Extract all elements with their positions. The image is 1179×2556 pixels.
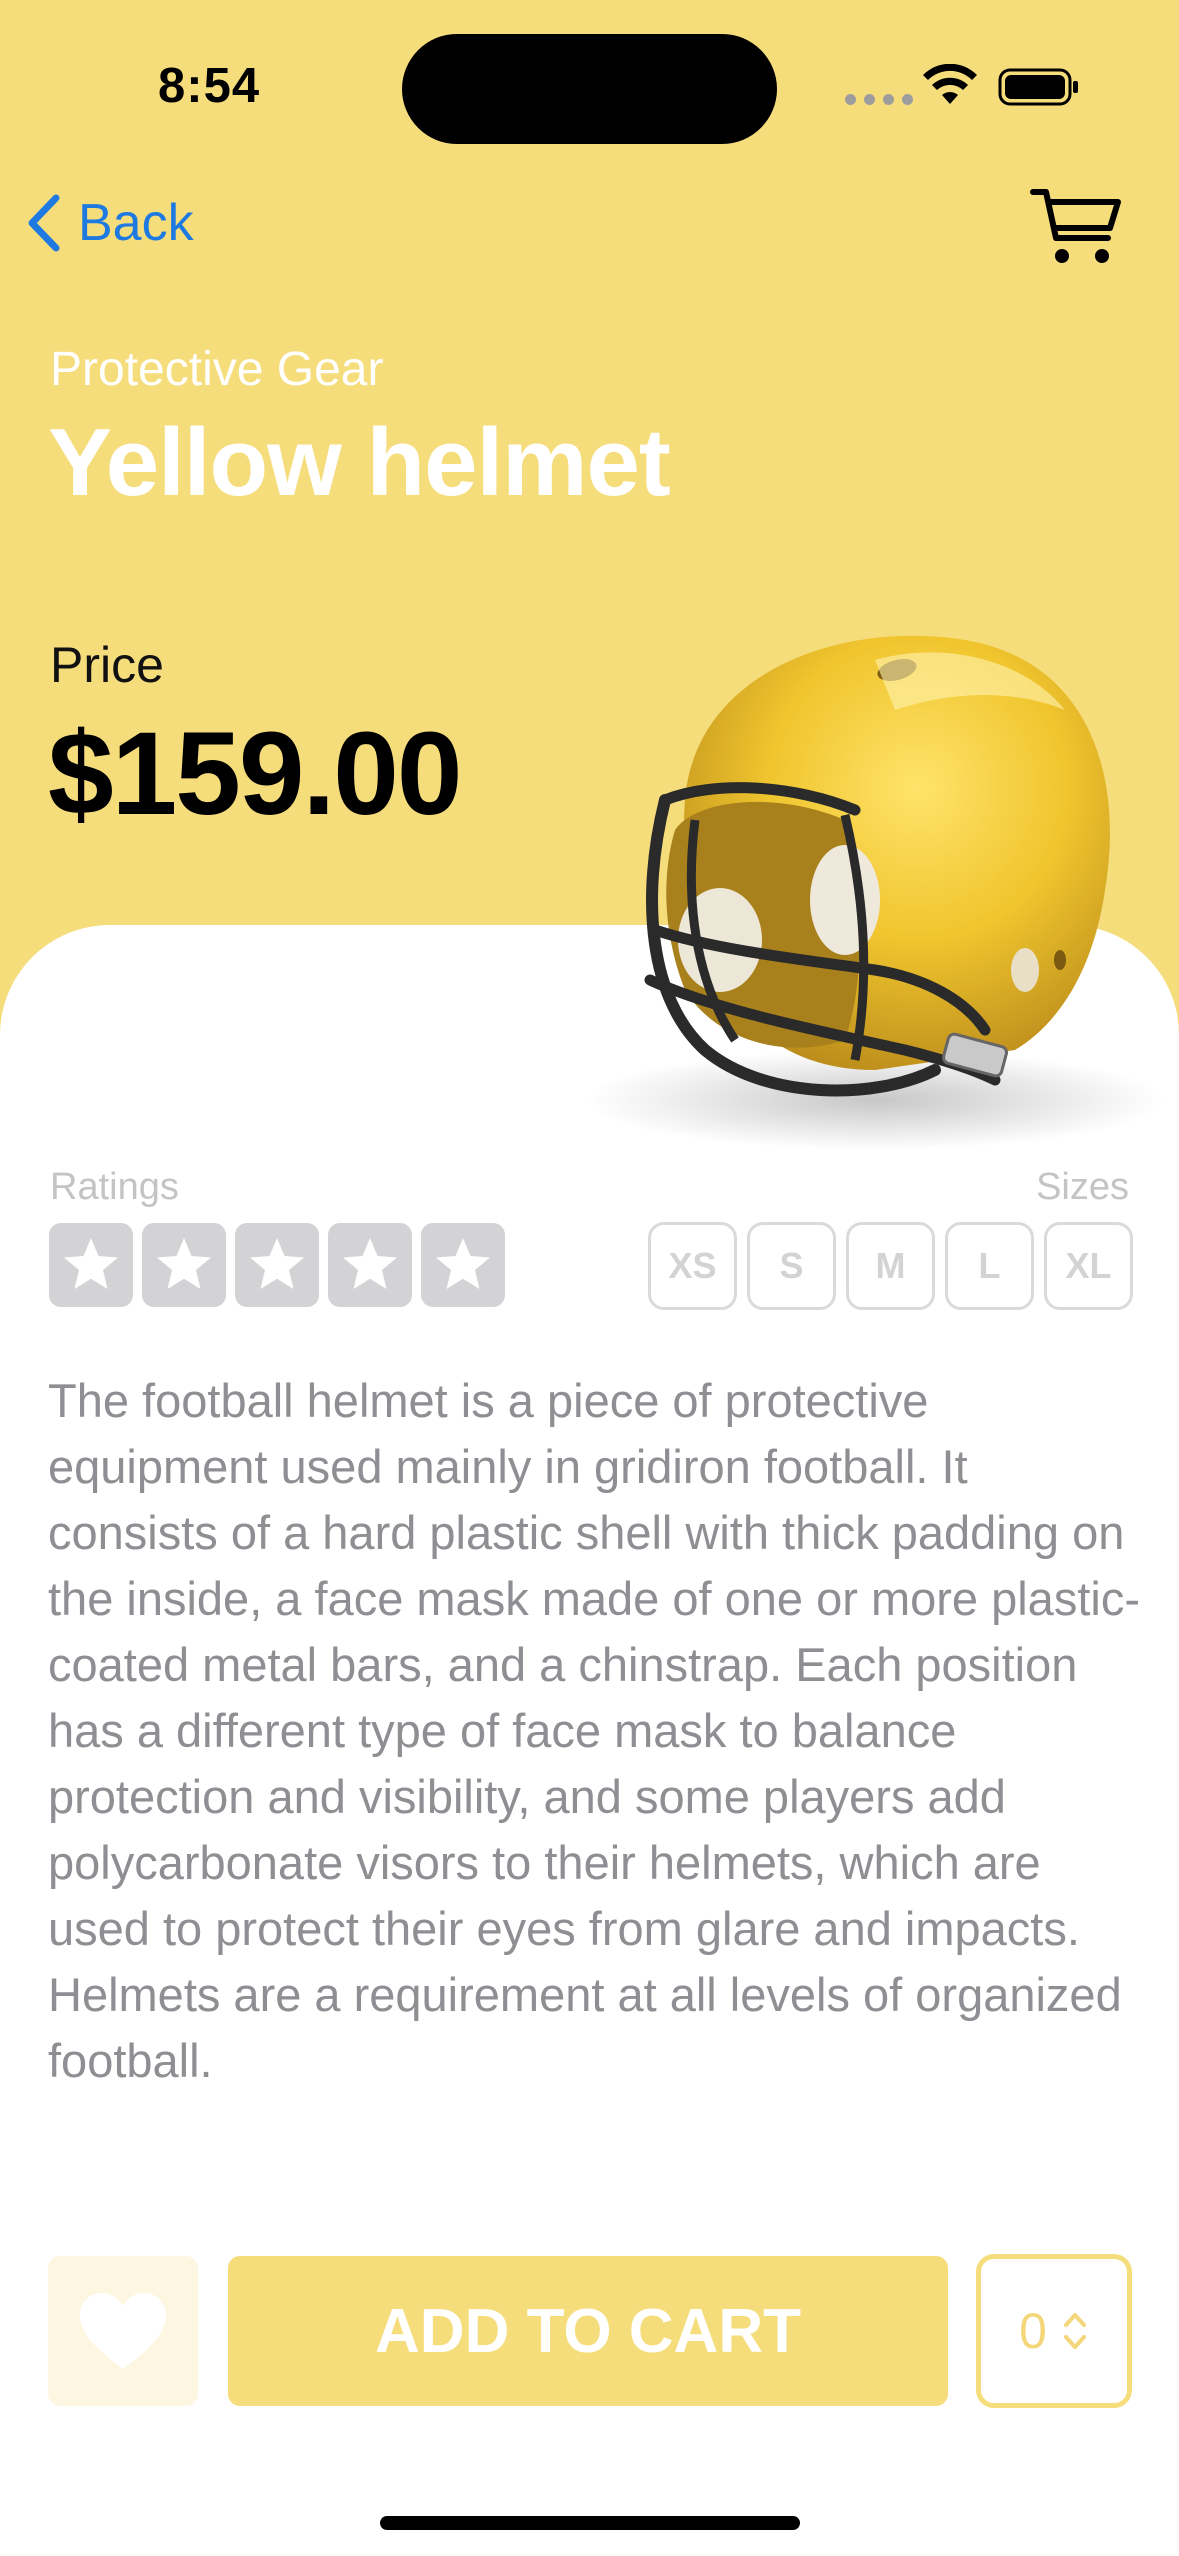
- price-label: Price: [50, 637, 164, 693]
- rating-star[interactable]: [49, 1223, 133, 1307]
- rating-star[interactable]: [142, 1223, 226, 1307]
- quantity-value: 0: [1019, 2303, 1047, 2359]
- product-price: $159.00: [48, 708, 463, 840]
- size-option-xs[interactable]: XS: [648, 1222, 737, 1310]
- product-title: Yellow helmet: [48, 409, 671, 516]
- size-selector: XS S M L XL: [648, 1222, 1133, 1310]
- battery-icon: [998, 68, 1078, 106]
- add-to-cart-button[interactable]: ADD TO CART: [228, 2256, 948, 2406]
- wifi-icon: [923, 64, 977, 104]
- star-rating[interactable]: [49, 1223, 505, 1307]
- rating-star[interactable]: [235, 1223, 319, 1307]
- product-category: Protective Gear: [50, 343, 384, 396]
- star-icon: [157, 1238, 211, 1289]
- rating-star[interactable]: [421, 1223, 505, 1307]
- star-icon: [343, 1238, 397, 1289]
- back-label: Back: [78, 194, 194, 252]
- star-icon: [436, 1238, 490, 1289]
- star-icon: [250, 1238, 304, 1289]
- cellular-signal-icon: [845, 94, 913, 105]
- size-option-l[interactable]: L: [945, 1222, 1034, 1310]
- football-helmet-image: [585, 635, 1165, 1150]
- ratings-label: Ratings: [50, 1166, 179, 1208]
- sizes-label: Sizes: [1036, 1166, 1129, 1208]
- cart-icon[interactable]: [1030, 186, 1122, 268]
- status-time: 8:54: [158, 59, 261, 113]
- heart-icon: [80, 2293, 166, 2369]
- favorite-button[interactable]: [48, 2256, 198, 2406]
- chevron-up-down-icon: [1063, 2313, 1086, 2349]
- dynamic-island: [402, 34, 777, 144]
- back-button[interactable]: Back: [24, 192, 194, 254]
- quantity-stepper[interactable]: 0: [976, 2254, 1132, 2408]
- size-option-s[interactable]: S: [747, 1222, 836, 1310]
- star-icon: [64, 1238, 118, 1289]
- home-indicator: [380, 2516, 800, 2530]
- product-description: The football helmet is a piece of protec…: [48, 1374, 1140, 2087]
- rating-star[interactable]: [328, 1223, 412, 1307]
- chevron-left-icon: [28, 194, 60, 252]
- size-option-m[interactable]: M: [846, 1222, 935, 1310]
- size-option-xl[interactable]: XL: [1044, 1222, 1133, 1310]
